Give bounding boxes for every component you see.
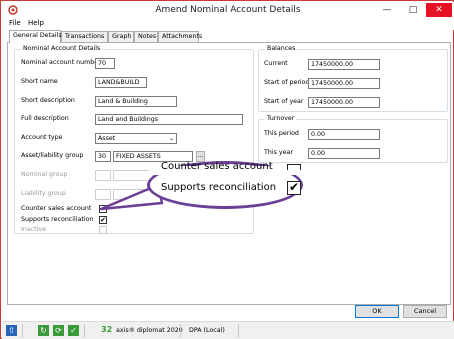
counter-sales-label: Counter sales account — [21, 205, 92, 212]
database-name: DPA (Local) — [189, 327, 225, 334]
callout-counter-sales-checkbox — [287, 164, 301, 170]
short-name-label: Short name — [21, 78, 58, 85]
short-name-field[interactable]: LAND&BUILD — [95, 77, 147, 88]
status-count: 32 — [101, 325, 113, 334]
this-year-label: This year — [264, 149, 293, 156]
upload-icon[interactable]: ⇧ — [6, 325, 17, 336]
close-button[interactable]: ✕ — [426, 3, 452, 17]
nominal-details-title: Nominal Account Details — [21, 45, 103, 52]
status-bar: ⇧ ↻ ⟳ ✓ 32 axis® diplomat 2020 DPA (Loca… — [2, 321, 454, 339]
asset-liability-code-field[interactable]: 30 — [95, 151, 111, 162]
supports-reconciliation-label: Supports reconciliation — [21, 216, 94, 223]
ok-button[interactable]: OK — [355, 305, 399, 318]
tab-graph[interactable]: Graph — [108, 31, 134, 42]
short-description-label: Short description — [21, 97, 75, 104]
account-type-label: Account type — [21, 134, 63, 141]
minimize-button[interactable]: — — [374, 3, 400, 17]
callout-supports-reconciliation-label: Supports reconciliation — [161, 182, 277, 193]
start-period-field: 17450000.00 — [308, 78, 380, 89]
inactive-checkbox — [99, 226, 107, 234]
callout-check-icon: ✔ — [287, 180, 301, 195]
start-year-field: 17450000.00 — [308, 97, 380, 108]
current-balance-field: 17450000.00 — [308, 59, 380, 70]
callout-counter-sales-label: Counter sales account — [161, 161, 273, 171]
cancel-button[interactable]: Cancel — [403, 305, 447, 318]
asset-liability-group-label: Asset/liability group — [21, 152, 84, 159]
menu-help[interactable]: Help — [28, 19, 44, 27]
account-type-select[interactable]: Asset ⌄ — [95, 133, 177, 144]
start-year-label: Start of year — [264, 98, 304, 105]
full-description-label: Full description — [21, 115, 69, 122]
status-divider — [180, 324, 181, 338]
this-period-field: 0.00 — [308, 129, 380, 140]
tab-attachments[interactable]: Attachments — [158, 31, 202, 42]
product-name: axis® diplomat 2020 — [116, 327, 183, 334]
menu-bar: File Help — [2, 18, 454, 30]
status-divider — [238, 324, 239, 338]
account-type-value: Asset — [98, 135, 116, 142]
tab-transactions[interactable]: Transactions — [61, 31, 108, 42]
maximize-button[interactable]: □ — [400, 3, 426, 17]
this-year-field: 0.00 — [308, 148, 380, 159]
title-bar: Amend Nominal Account Details — □ ✕ — [2, 2, 454, 18]
balances-group: Balances Current 17450000.00 Start of pe… — [258, 45, 448, 112]
full-description-field[interactable]: Land and Buildings — [95, 114, 243, 125]
account-number-label: Nominal account number — [21, 59, 101, 66]
short-description-field[interactable]: Land & Building — [95, 96, 177, 107]
inactive-label: Inactive — [21, 226, 46, 233]
status-divider — [22, 324, 23, 338]
tab-general-details[interactable]: General Details — [9, 30, 62, 43]
refresh-icon[interactable]: ↻ — [38, 325, 49, 336]
nominal-group-name-field — [113, 170, 153, 181]
turnover-group: Turnover This period 0.00 This year 0.00 — [258, 115, 448, 163]
liability-group-label: Liability group — [21, 190, 66, 197]
amend-nominal-window: Amend Nominal Account Details — □ ✕ File… — [0, 0, 454, 339]
tab-notes[interactable]: Notes — [134, 31, 158, 42]
check-icon[interactable]: ✓ — [68, 325, 79, 336]
this-period-label: This period — [264, 130, 299, 137]
sync-icon[interactable]: ⟳ — [53, 325, 64, 336]
menu-file[interactable]: File — [9, 19, 21, 27]
current-label: Current — [264, 60, 288, 67]
chevron-down-icon: ⌄ — [168, 135, 174, 142]
start-period-label: Start of period — [264, 79, 310, 86]
account-number-field[interactable]: 70 — [95, 58, 115, 69]
status-divider — [84, 324, 85, 338]
nominal-group-code-field — [95, 170, 111, 181]
turnover-title: Turnover — [265, 115, 297, 122]
nominal-group-label: Nominal group — [21, 171, 68, 178]
balances-title: Balances — [265, 45, 298, 52]
